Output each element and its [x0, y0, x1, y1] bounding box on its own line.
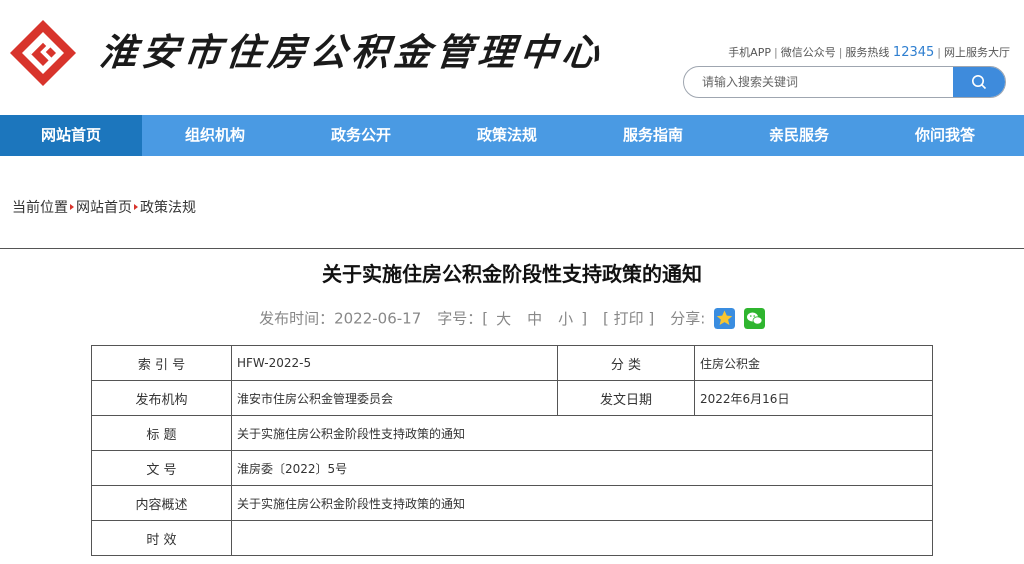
validity-value [231, 520, 933, 556]
summary-label: 内容概述 [91, 485, 232, 521]
search-box [683, 66, 1006, 98]
mobile-app-link[interactable]: 手机APP [728, 46, 771, 59]
breadcrumb-home-link[interactable]: 网站首页 [76, 200, 132, 216]
nav-item-public-service[interactable]: 亲民服务 [726, 115, 872, 156]
fontsize-label: 字号：[ [437, 309, 489, 328]
publish-date: 2022-06-17 [334, 309, 422, 328]
docno-value: 淮房委〔2022〕5号 [231, 450, 933, 486]
breadcrumb: 当前位置 网站首页 政策法规 [12, 197, 196, 219]
breadcrumb-policies-link[interactable]: 政策法规 [140, 200, 196, 216]
table-row: 标 题 关于实施住房公积金阶段性支持政策的通知 [91, 415, 933, 451]
share-label: 分享: [670, 309, 706, 328]
breadcrumb-arrow-icon [70, 204, 74, 210]
table-row: 内容概述 关于实施住房公积金阶段性支持政策的通知 [91, 485, 933, 521]
hotline-label: 服务热线 [845, 46, 890, 59]
category-label: 分 类 [557, 345, 695, 381]
top-links: 手机APP | 微信公众号 | 服务热线 12345 | 网上服务大厅 [728, 45, 1010, 60]
search-input[interactable] [684, 67, 956, 97]
fontsize-large-button[interactable]: 大 [496, 310, 511, 328]
fontsize-small-button[interactable]: 小 [558, 310, 573, 328]
index-value: HFW-2022-5 [231, 345, 558, 381]
fontsize-close: ] [581, 309, 588, 328]
nav-item-qa[interactable]: 你问我答 [872, 115, 1018, 156]
title-label: 标 题 [91, 415, 232, 451]
validity-label: 时 效 [91, 520, 232, 556]
article-title: 关于实施住房公积金阶段性支持政策的通知 [322, 262, 702, 286]
index-label: 索 引 号 [91, 345, 232, 381]
breadcrumb-prefix: 当前位置 [12, 200, 68, 216]
date-label: 发文日期 [557, 380, 695, 416]
table-row: 时 效 [91, 520, 933, 556]
fontsize-medium-button[interactable]: 中 [527, 310, 542, 328]
print-button[interactable]: [ 打印 ] [603, 310, 654, 328]
online-hall-link[interactable]: 网上服务大厅 [944, 46, 1010, 59]
content-divider [0, 248, 1024, 249]
search-icon [972, 75, 987, 90]
site-title[interactable]: 淮安市住房公积金管理中心 [97, 28, 607, 76]
hotline-number: 12345 [892, 45, 935, 60]
site-header: 淮安市住房公积金管理中心 手机APP | 微信公众号 | 服务热线 12345 | 网上服务… [0, 0, 1024, 115]
table-row: 索 引 号 HFW-2022-5 分 类 住房公积金 [91, 345, 933, 381]
nav-item-home[interactable]: 网站首页 [0, 115, 142, 156]
nav-item-organization[interactable]: 组织机构 [142, 115, 288, 156]
date-value: 2022年6月16日 [694, 380, 933, 416]
nav-item-policies[interactable]: 政策法规 [434, 115, 580, 156]
qzone-share-icon[interactable] [714, 308, 736, 329]
issuer-value: 淮安市住房公积金管理委员会 [231, 380, 558, 416]
wechat-share-icon[interactable] [743, 308, 765, 329]
housing-fund-logo-icon[interactable] [8, 18, 78, 88]
table-row: 文 号 淮房委〔2022〕5号 [91, 450, 933, 486]
search-button[interactable] [953, 67, 1005, 97]
table-row: 发布机构 淮安市住房公积金管理委员会 发文日期 2022年6月16日 [91, 380, 933, 416]
document-info-table: 索 引 号 HFW-2022-5 分 类 住房公积金 发布机构 淮安市住房公积金… [91, 345, 933, 556]
breadcrumb-arrow-icon [134, 204, 138, 210]
issuer-label: 发布机构 [91, 380, 232, 416]
nav-item-government-affairs[interactable]: 政务公开 [288, 115, 434, 156]
docno-label: 文 号 [91, 450, 232, 486]
main-nav: 网站首页 组织机构 政务公开 政策法规 服务指南 亲民服务 你问我答 [0, 115, 1024, 156]
article-meta: 发布时间：2022-06-17 字号：[ 大中小] [ 打印 ] 分享: [0, 305, 1024, 331]
publish-label: 发布时间： [259, 309, 335, 328]
nav-item-service-guide[interactable]: 服务指南 [580, 115, 726, 156]
category-value: 住房公积金 [694, 345, 933, 381]
wechat-link[interactable]: 微信公众号 [781, 46, 836, 59]
title-value: 关于实施住房公积金阶段性支持政策的通知 [231, 415, 933, 451]
summary-value: 关于实施住房公积金阶段性支持政策的通知 [231, 485, 933, 521]
